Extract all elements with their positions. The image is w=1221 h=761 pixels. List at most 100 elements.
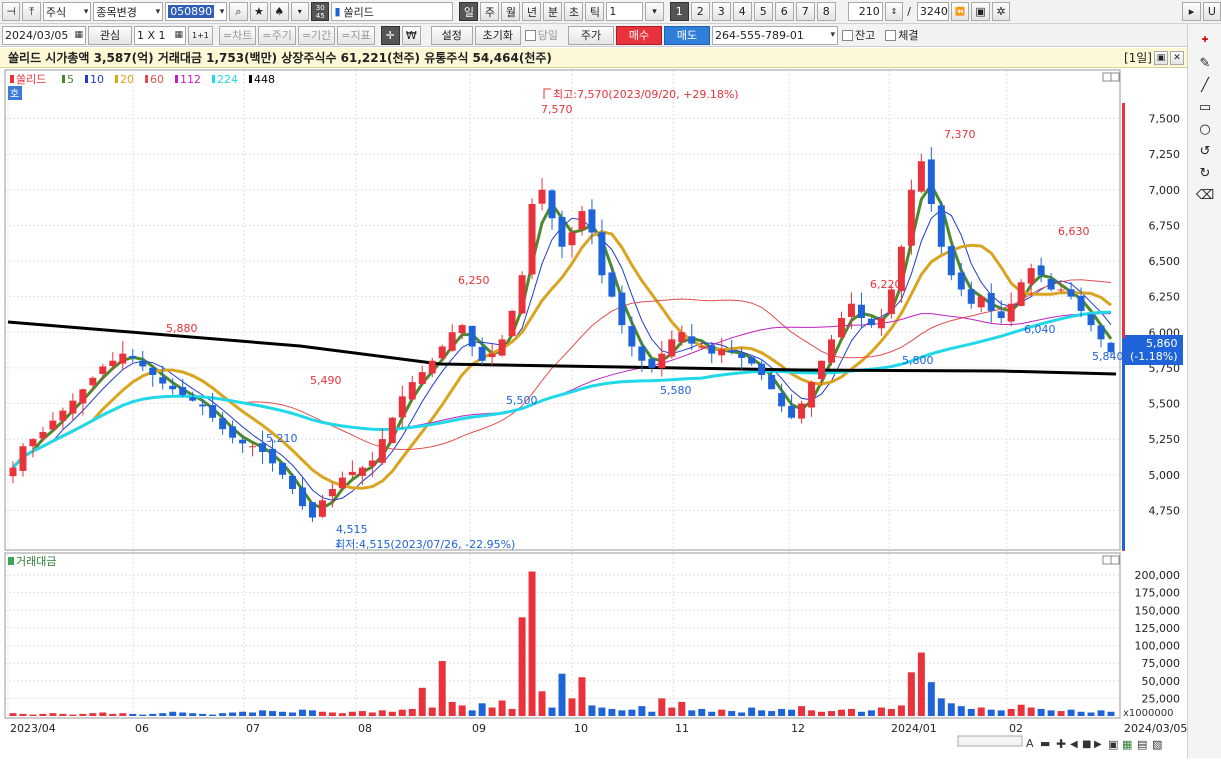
period-count-dropdown-icon[interactable]: ▾ [645, 2, 664, 21]
next-icon[interactable]: ▶ [1094, 739, 1102, 750]
candle-body [518, 275, 526, 314]
code-input[interactable]: 050890 ▾ [165, 2, 228, 21]
candle-body [758, 363, 766, 375]
candle-body [259, 443, 267, 452]
bar-count-input[interactable]: 210 [847, 2, 883, 21]
settings-button[interactable]: 설정 [430, 25, 473, 45]
print-icon[interactable]: ▤ [1137, 738, 1147, 751]
layout-button-1[interactable]: 1 [669, 2, 689, 21]
legend-ma-label: 448 [254, 73, 275, 86]
period-tab-2[interactable]: 월 [501, 2, 521, 21]
star-icon[interactable]: ★ [249, 2, 269, 21]
save-icon[interactable]: ▣ [971, 2, 990, 21]
volume-bar [758, 710, 766, 716]
chart-area[interactable]: 쏠리드 5 10 20 60 112 224 448 호 최고:7,570(2023/09/2… [0, 68, 1187, 758]
stock-name-value: 쏠리드 [343, 5, 374, 19]
search-icon[interactable]: ⌕ [229, 2, 248, 21]
price-button[interactable]: 주가 [568, 25, 615, 45]
panel-max-icon[interactable] [1102, 72, 1112, 82]
spinner-icon[interactable]: ⇕ [884, 2, 904, 21]
plus-icon[interactable]: ✚ [1056, 737, 1066, 751]
rewind-icon[interactable]: ⏪ [950, 2, 970, 21]
prev-icon[interactable]: ◀ [1070, 739, 1078, 750]
layout-button-4[interactable]: 4 [732, 2, 752, 21]
buy-button[interactable]: 매수 [616, 25, 663, 45]
peak-label: 5,490 [310, 374, 342, 387]
candle-body [987, 293, 995, 311]
price-tick: 4,750 [1149, 504, 1181, 517]
play-icon[interactable]: ▸ [1182, 2, 1201, 21]
market-select[interactable]: 주식 ▾ [42, 2, 92, 21]
period-button[interactable]: =기간 [297, 25, 336, 45]
volume-max-icon[interactable] [1102, 555, 1112, 565]
volume-bar [129, 713, 137, 716]
candle-body [508, 310, 516, 337]
exec-checkbox[interactable]: 체결 [885, 27, 919, 43]
line-tool-icon[interactable]: ╱ [1196, 76, 1214, 94]
rectangle-tool-icon[interactable]: ▭ [1196, 98, 1214, 116]
volume-bar [19, 713, 27, 716]
eraser-icon[interactable]: ⌫ [1196, 186, 1214, 204]
stop-icon[interactable]: ■ [1082, 739, 1091, 750]
user-button[interactable]: U [1202, 2, 1221, 21]
volume-tick: 200,000 [1135, 569, 1181, 582]
period-tab-4[interactable]: 분 [543, 2, 563, 21]
close-icon[interactable]: ✕ [1170, 50, 1184, 65]
layout-button-7[interactable]: 7 [795, 2, 815, 21]
restore-icon[interactable]: ▣ [1154, 50, 1168, 65]
crosshair-icon[interactable]: ✛ [380, 25, 400, 45]
period-tab-1[interactable]: 주 [480, 2, 500, 21]
minus-icon[interactable]: ▬ [1040, 737, 1050, 750]
excel-icon[interactable]: ▦ [1122, 738, 1132, 751]
layout-button-3[interactable]: 3 [711, 2, 731, 21]
candle-body [189, 397, 197, 401]
scroll-slider[interactable] [957, 735, 1023, 747]
gear-icon[interactable]: ✲ [991, 2, 1011, 21]
watch-button[interactable]: 관심 [88, 25, 132, 45]
pin-icon[interactable]: ⊣ [2, 2, 21, 21]
period-tab-3[interactable]: 년 [522, 2, 542, 21]
change-select[interactable]: 종목변경 ▾ [93, 2, 164, 21]
won-button[interactable]: ₩ [401, 25, 421, 45]
date-field[interactable]: 2024/03/05 ▦ [2, 25, 86, 45]
undo-icon[interactable]: ↺ [1196, 142, 1214, 160]
volume-bar [49, 713, 57, 716]
layout-button-2[interactable]: 2 [690, 2, 710, 21]
price-chart-svg[interactable]: 쏠리드 5 10 20 60 112 224 448 호 최고:7,570(2023/09/2… [0, 68, 1187, 758]
today-checkbox[interactable]: 당일 [524, 27, 558, 43]
more-icon[interactable]: ▾ [290, 2, 309, 21]
period-tab-0[interactable]: 일 [459, 2, 479, 21]
candle-body [628, 326, 636, 347]
layout-button-6[interactable]: 6 [774, 2, 794, 21]
zoom-out-icon[interactable]: A [1026, 737, 1034, 750]
redo-icon[interactable]: ↻ [1196, 164, 1214, 182]
screenshot-icon[interactable]: ▣ [1108, 738, 1118, 751]
period-badge[interactable]: 30 45 [311, 2, 330, 21]
cycle-button[interactable]: =주기 [258, 25, 296, 45]
layout-icon[interactable]: ▧ [1152, 738, 1162, 751]
legend-ma-swatch [115, 75, 118, 83]
period-tab-5[interactable]: 초 [564, 2, 584, 21]
plus-one-button[interactable]: 1+1 [188, 25, 213, 45]
sell-button[interactable]: 매도 [664, 25, 711, 45]
period-tab-6[interactable]: 틱 [585, 2, 605, 21]
volume-close-icon[interactable] [1110, 555, 1120, 565]
stock-name-field[interactable]: ▮ 쏠리드 [331, 2, 454, 21]
reset-button[interactable]: 초기화 [474, 25, 521, 45]
price-tick: 7,250 [1149, 148, 1181, 161]
upload-icon[interactable]: ⤒ [22, 2, 41, 21]
chart-button[interactable]: =차트 [218, 25, 257, 45]
period-count-select[interactable]: 1 [606, 2, 644, 21]
account-select[interactable]: 264-555-789-01 ▾ [712, 25, 839, 45]
layout-button-5[interactable]: 5 [753, 2, 773, 21]
balance-checkbox[interactable]: 잔고 [842, 27, 875, 43]
bell-icon[interactable]: ♠ [270, 2, 289, 21]
pencil-icon[interactable]: ✎ [1196, 54, 1214, 72]
tool-menu-icon[interactable]: ✚ [1196, 30, 1214, 48]
indicator-button[interactable]: =지표 [337, 25, 375, 45]
panel-close-icon[interactable] [1110, 72, 1120, 82]
grid-select[interactable]: 1 X 1 ▦ [134, 25, 186, 45]
layout-button-8[interactable]: 8 [816, 2, 836, 21]
circle-tool-icon[interactable]: ○ [1196, 120, 1214, 138]
total-count-value: 3240 [919, 5, 948, 18]
